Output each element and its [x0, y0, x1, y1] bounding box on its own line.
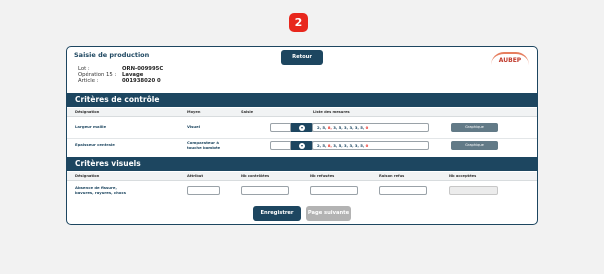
nb-acceptees-field: [449, 186, 498, 195]
row2-saisie-dropdown[interactable]: [291, 141, 313, 150]
col-saisie: Saisie: [241, 110, 254, 114]
col-mesures: Liste des mesures: [313, 110, 350, 114]
nb-refusees-input[interactable]: [310, 186, 358, 195]
row1-measures-list[interactable]: 2, 5, 8, 3, 5, 3, 3, 3, 5, 0: [312, 123, 429, 132]
col-v-acceptees: Nb acceptées: [449, 174, 477, 178]
control-header-row: Désignation Moyen Saisie Liste des mesur…: [67, 108, 537, 117]
next-page-button: Page suivante: [306, 206, 351, 221]
back-button[interactable]: Retour: [281, 50, 323, 65]
control-section-title: Critères de contrôle: [67, 93, 537, 107]
raison-refus-input[interactable]: [379, 186, 427, 195]
row1-graph-button[interactable]: Graphique: [451, 123, 498, 132]
row-separator: [67, 138, 537, 139]
attribut-input[interactable]: [187, 186, 220, 195]
company-logo: AUBEP: [491, 52, 529, 65]
visual-header-row: Désignation Attribut Nb contrôlées Nb re…: [67, 172, 537, 181]
step-badge: 2: [289, 13, 308, 32]
col-v-attribut: Attribut: [187, 174, 204, 178]
col-designation: Désignation: [75, 110, 100, 114]
row1-designation: Largeur maille: [75, 124, 107, 129]
chevron-down-icon: [299, 124, 305, 131]
row1-saisie-dropdown[interactable]: [291, 123, 313, 132]
production-entry-card: Saisie de production Lot : ORN-009995C Op…: [66, 46, 538, 225]
row2-graph-button[interactable]: Graphique: [451, 141, 498, 150]
col-v-refusees: Nb refusées: [310, 174, 335, 178]
measure-value: 0: [365, 125, 369, 130]
row2-designation: Epaisseur centrale: [75, 142, 115, 147]
visual-section-title: Critères visuels: [67, 157, 537, 171]
row1-saisie-input[interactable]: [270, 123, 291, 132]
save-button[interactable]: Enregistrer: [253, 206, 301, 221]
col-v-controlees: Nb contrôlées: [241, 174, 270, 178]
col-moyen: Moyen: [187, 110, 201, 114]
measure-value: 0: [365, 143, 369, 148]
article-value: 001938020 0: [122, 78, 161, 84]
col-v-raison: Raison refus: [379, 174, 405, 178]
page-title: Saisie de production: [74, 51, 150, 59]
visual-designation-line2: bavures, rayures, chocs: [75, 190, 126, 195]
nb-controlees-input[interactable]: [241, 186, 289, 195]
row1-moyen: Visuel: [187, 124, 201, 129]
article-row: Article : 001938020 0: [78, 78, 161, 84]
row2-saisie-input[interactable]: [270, 141, 291, 150]
article-label: Article :: [78, 78, 99, 84]
chevron-down-icon: [299, 142, 305, 149]
row2-measures-list[interactable]: 2, 5, 8, 3, 5, 3, 3, 3, 5, 0: [312, 141, 429, 150]
row2-moyen-line2: touche bombée: [187, 145, 221, 150]
col-v-designation: Désignation: [75, 174, 100, 178]
